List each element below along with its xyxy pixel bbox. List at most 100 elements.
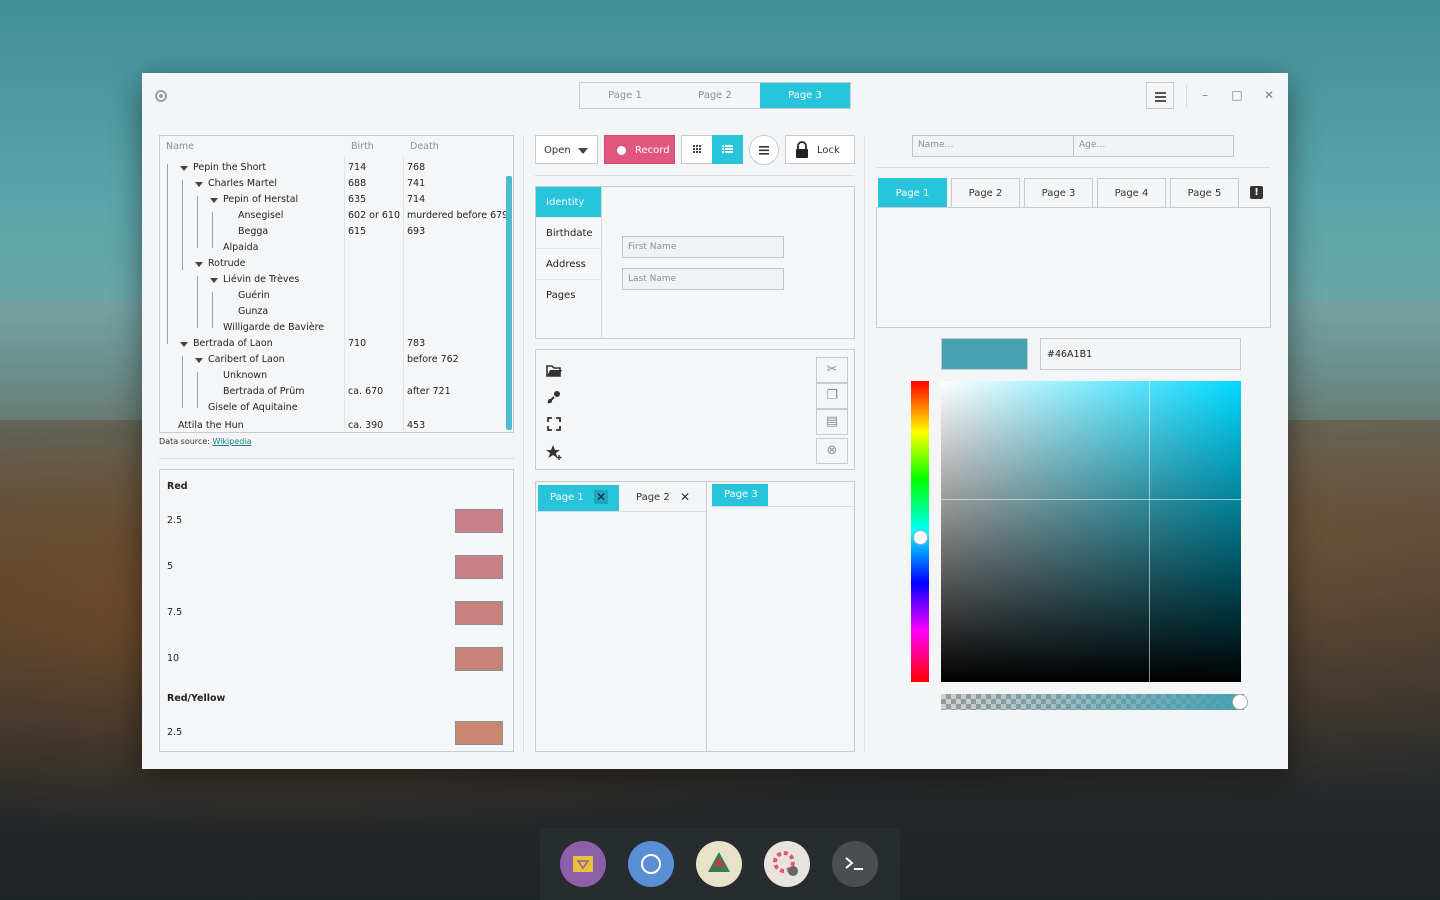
- expander-icon[interactable]: [195, 262, 203, 267]
- tree-row[interactable]: Rotrude: [160, 256, 500, 272]
- tree-row[interactable]: Unknown: [160, 368, 500, 384]
- expander-icon[interactable]: [180, 166, 188, 171]
- star-icon: [546, 445, 562, 460]
- menu-button[interactable]: [749, 135, 779, 165]
- tab-page-2[interactable]: Page 2: [951, 178, 1020, 208]
- age-field[interactable]: Age…: [1079, 140, 1105, 150]
- saturation-value-plane[interactable]: [941, 381, 1241, 682]
- alert-icon[interactable]: !: [1250, 186, 1263, 199]
- tab-label: Page 1: [550, 492, 584, 503]
- titlebar-separator: [1186, 85, 1187, 107]
- edit-toolbar: ✂ ❐ ▤ ⊗: [816, 357, 848, 466]
- tree-row[interactable]: Gisele of Aquitaine: [160, 400, 500, 416]
- maximize-icon[interactable]: □: [1229, 87, 1245, 103]
- paste-icon[interactable]: ▤: [816, 409, 848, 435]
- cut-icon[interactable]: ✂: [816, 357, 848, 383]
- column-header-death[interactable]: Death: [410, 141, 439, 152]
- star-new-icon[interactable]: [544, 442, 564, 462]
- expander-icon[interactable]: [210, 278, 218, 283]
- hamburger-menu-button[interactable]: [1146, 82, 1174, 109]
- tree-row[interactable]: Gunza: [160, 304, 500, 320]
- title-tab-page-1[interactable]: Page 1: [580, 83, 670, 108]
- color-swatch[interactable]: [455, 647, 503, 671]
- fullscreen-icon[interactable]: [544, 414, 564, 434]
- last-name-field[interactable]: Last Name: [622, 268, 784, 290]
- close-tab-icon[interactable]: ✕: [594, 490, 608, 504]
- open-folder-icon[interactable]: [544, 360, 564, 380]
- eyedropper-icon: [547, 391, 560, 404]
- clear-icon[interactable]: ⊗: [816, 438, 848, 464]
- expander-icon[interactable]: [180, 342, 188, 347]
- wikipedia-link[interactable]: Wikipedia: [212, 437, 251, 446]
- column-header-birth[interactable]: Birth: [351, 141, 374, 152]
- tree-row[interactable]: Willigarde de Bavière: [160, 320, 500, 336]
- group-label-red: Red: [167, 481, 188, 492]
- tree-row[interactable]: Charles Martel 688 741: [160, 176, 500, 192]
- row-name: Bertrada of Prüm: [223, 386, 305, 397]
- tree-row[interactable]: Pepin of Herstal 635 714: [160, 192, 500, 208]
- tree-row[interactable]: Pepin the Short 714 768: [160, 160, 500, 176]
- title-tab-page-3[interactable]: Page 3: [760, 83, 850, 108]
- color-swatch[interactable]: [455, 721, 503, 745]
- close-icon[interactable]: ✕: [1261, 87, 1277, 103]
- copy-icon[interactable]: ❐: [816, 383, 848, 409]
- sidebar-item-identity[interactable]: Identity: [536, 187, 601, 218]
- row-birth: 615: [348, 226, 367, 237]
- alpha-slider[interactable]: [941, 694, 1244, 710]
- color-swatch[interactable]: [455, 509, 503, 533]
- color-picker-icon[interactable]: [544, 387, 564, 407]
- lock-button-label: Lock: [817, 145, 840, 156]
- close-tab-icon[interactable]: ✕: [678, 490, 692, 504]
- hue-slider-handle[interactable]: [913, 530, 928, 545]
- color-swatch[interactable]: [455, 601, 503, 625]
- alpha-slider-handle[interactable]: [1232, 694, 1248, 710]
- record-button[interactable]: Record: [604, 135, 675, 164]
- tab-page-1[interactable]: Page 1 ✕: [538, 485, 619, 511]
- minimize-icon[interactable]: –: [1197, 87, 1213, 103]
- open-button[interactable]: Open: [535, 135, 598, 164]
- name-field[interactable]: Name…: [918, 140, 954, 150]
- first-name-field[interactable]: First Name: [622, 236, 784, 258]
- tree-row[interactable]: Liévin de Trèves: [160, 272, 500, 288]
- tree-view[interactable]: Name Birth Death Pepin the Short 714 768 C…: [159, 135, 514, 433]
- row-name: Alpaida: [223, 242, 259, 253]
- color-swatch[interactable]: [455, 555, 503, 579]
- graphics-app-icon[interactable]: [696, 841, 742, 887]
- tree-row[interactable]: Bertrada of Prüm ca. 670 after 721: [160, 384, 500, 400]
- tab-page-3[interactable]: Page 3: [712, 484, 768, 506]
- column-header-name[interactable]: Name: [166, 141, 194, 152]
- grid-view-button[interactable]: [681, 135, 713, 164]
- expander-icon[interactable]: [195, 182, 203, 187]
- sidebar-item-birthdate[interactable]: Birthdate: [536, 218, 601, 249]
- row-name: Charles Martel: [208, 178, 277, 189]
- title-tab-page-2[interactable]: Page 2: [670, 83, 760, 108]
- tab-page-5[interactable]: Page 5: [1170, 178, 1239, 208]
- sidebar-item-pages[interactable]: Pages: [536, 280, 601, 311]
- tree-row[interactable]: Begga 615 693: [160, 224, 500, 240]
- tree-row[interactable]: Alpaida: [160, 240, 500, 256]
- settings-app-icon[interactable]: [764, 841, 810, 887]
- hex-color-field[interactable]: #46A1B1: [1040, 338, 1241, 370]
- lock-button[interactable]: Lock: [785, 135, 855, 164]
- tree-scrollbar[interactable]: [506, 176, 512, 430]
- browser-app-icon[interactable]: [628, 841, 674, 887]
- tree-row[interactable]: Bertrada of Laon 710 783: [160, 336, 500, 352]
- tree-row[interactable]: Attila the Hun ca. 390 453: [160, 418, 500, 432]
- tree-row[interactable]: Ansegisel 602 or 610 murdered before 679: [160, 208, 508, 224]
- tab-page-3[interactable]: Page 3: [1024, 178, 1093, 208]
- expander-icon[interactable]: [210, 198, 218, 203]
- files-app-icon[interactable]: [560, 841, 606, 887]
- tree-row[interactable]: Guérin: [160, 288, 500, 304]
- sidebar-item-address[interactable]: Address: [536, 249, 601, 280]
- tab-page-4[interactable]: Page 4: [1097, 178, 1166, 208]
- tree-row[interactable]: Caribert of Laon before 762: [160, 352, 500, 368]
- terminal-icon: [845, 857, 863, 870]
- tab-page-2[interactable]: Page 2 ✕: [624, 485, 704, 511]
- terminal-app-icon[interactable]: [832, 841, 878, 887]
- window-menu-icon[interactable]: [155, 90, 167, 102]
- tab-page-1[interactable]: Page 1: [878, 178, 947, 208]
- row-name: Pepin of Herstal: [223, 194, 299, 205]
- list-view-button[interactable]: [712, 135, 743, 164]
- expander-icon[interactable]: [195, 358, 203, 363]
- row-birth: ca. 390: [348, 420, 384, 431]
